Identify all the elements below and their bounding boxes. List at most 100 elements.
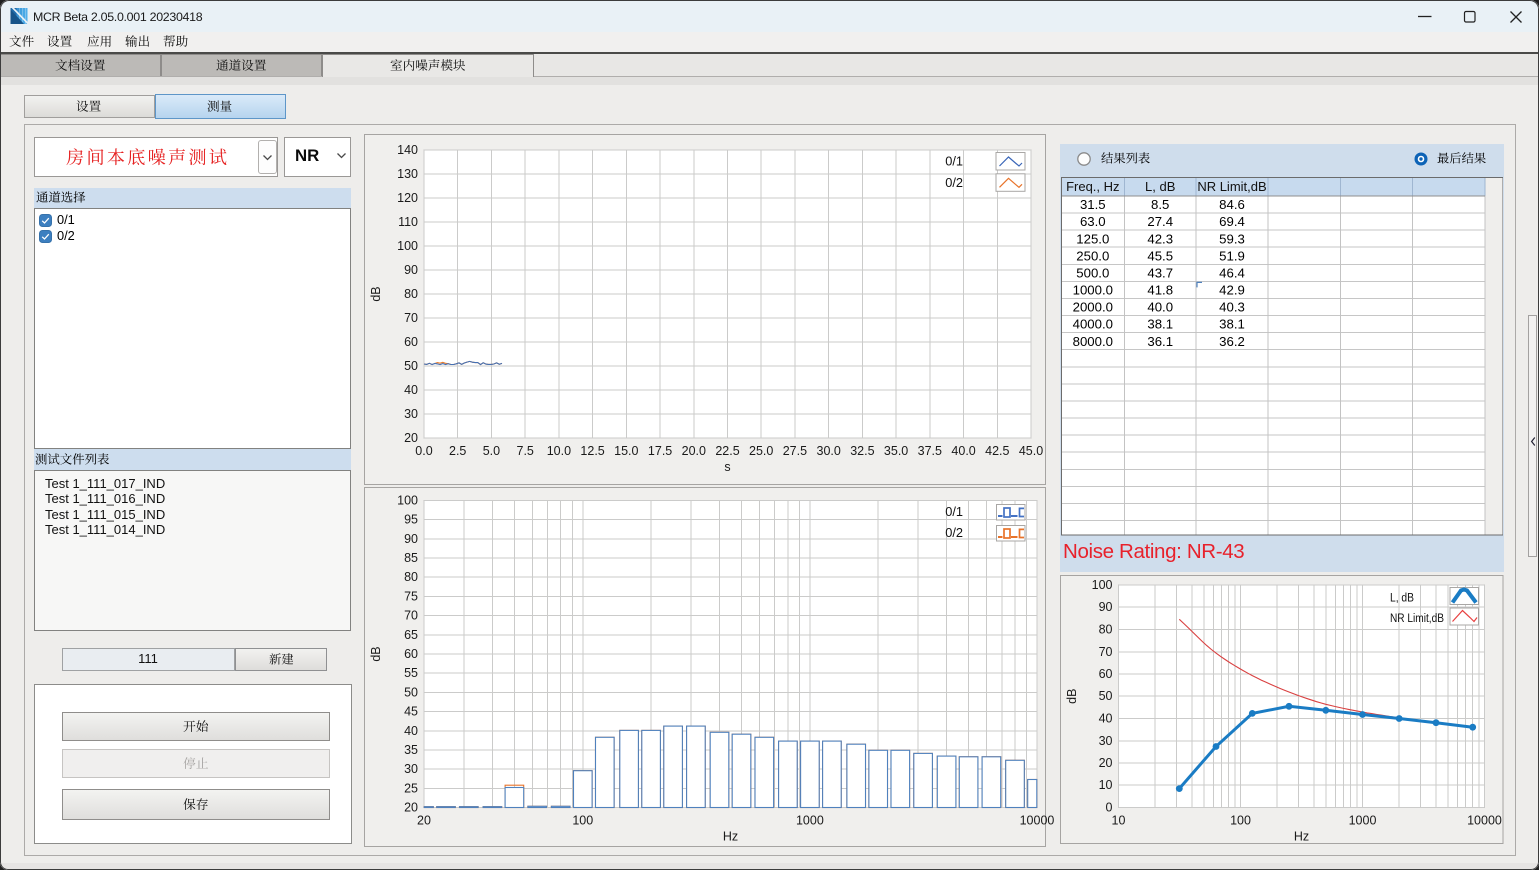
svg-text:40: 40 xyxy=(404,724,418,738)
svg-text:100: 100 xyxy=(572,814,593,828)
svg-text:1000: 1000 xyxy=(796,814,824,828)
svg-text:27.5: 27.5 xyxy=(783,444,807,458)
svg-text:8000.0: 8000.0 xyxy=(1072,334,1112,349)
svg-text:41.8: 41.8 xyxy=(1147,283,1173,298)
svg-text:80: 80 xyxy=(404,287,418,301)
svg-text:42.5: 42.5 xyxy=(985,444,1009,458)
svg-text:0/2: 0/2 xyxy=(945,175,963,190)
svg-text:dB: dB xyxy=(1065,689,1079,704)
svg-text:2.5: 2.5 xyxy=(449,444,466,458)
svg-text:90: 90 xyxy=(1099,600,1113,614)
svg-text:100: 100 xyxy=(397,494,418,508)
svg-text:37.5: 37.5 xyxy=(918,444,942,458)
svg-text:80: 80 xyxy=(1099,623,1113,637)
svg-text:dB: dB xyxy=(369,646,383,661)
svg-text:125.0: 125.0 xyxy=(1076,231,1109,246)
svg-text:40: 40 xyxy=(404,383,418,397)
svg-text:31.5: 31.5 xyxy=(1079,197,1105,212)
svg-text:140: 140 xyxy=(397,143,418,157)
svg-text:0/1: 0/1 xyxy=(945,154,963,169)
svg-text:60: 60 xyxy=(404,335,418,349)
svg-text:40.0: 40.0 xyxy=(951,444,975,458)
svg-text:8.5: 8.5 xyxy=(1151,197,1169,212)
svg-text:15.0: 15.0 xyxy=(614,444,638,458)
svg-text:70: 70 xyxy=(404,609,418,623)
svg-text:0.0: 0.0 xyxy=(415,444,432,458)
svg-text:50: 50 xyxy=(404,685,418,699)
svg-text:90: 90 xyxy=(404,532,418,546)
svg-text:30: 30 xyxy=(404,407,418,421)
svg-text:85: 85 xyxy=(404,551,418,565)
svg-text:Freq., Hz: Freq., Hz xyxy=(1066,179,1119,194)
svg-text:38.1: 38.1 xyxy=(1219,317,1245,332)
svg-text:95: 95 xyxy=(404,513,418,527)
svg-text:130: 130 xyxy=(397,167,418,181)
svg-text:1000.0: 1000.0 xyxy=(1072,283,1112,298)
svg-text:10000: 10000 xyxy=(1467,814,1502,828)
svg-text:NR Limit,dB: NR Limit,dB xyxy=(1390,611,1444,625)
svg-text:70: 70 xyxy=(404,311,418,325)
svg-text:42.9: 42.9 xyxy=(1219,283,1245,298)
svg-text:27.4: 27.4 xyxy=(1147,214,1173,229)
svg-text:35: 35 xyxy=(404,743,418,757)
svg-text:Hz: Hz xyxy=(1294,830,1309,844)
svg-text:59.3: 59.3 xyxy=(1219,231,1245,246)
svg-text:12.5: 12.5 xyxy=(580,444,604,458)
svg-text:120: 120 xyxy=(397,191,418,205)
svg-text:0/2: 0/2 xyxy=(945,525,963,540)
svg-text:45.5: 45.5 xyxy=(1147,248,1173,263)
svg-text:60: 60 xyxy=(404,647,418,661)
svg-text:50: 50 xyxy=(1099,689,1113,703)
svg-text:46.4: 46.4 xyxy=(1219,266,1245,281)
svg-text:30: 30 xyxy=(404,762,418,776)
svg-text:43.7: 43.7 xyxy=(1147,266,1173,281)
svg-text:100: 100 xyxy=(397,239,418,253)
svg-text:75: 75 xyxy=(404,589,418,603)
svg-text:0/1: 0/1 xyxy=(945,504,963,519)
svg-text:s: s xyxy=(724,460,730,474)
svg-text:250.0: 250.0 xyxy=(1076,248,1109,263)
svg-text:70: 70 xyxy=(1099,645,1113,659)
svg-text:20: 20 xyxy=(404,801,418,815)
svg-text:38.1: 38.1 xyxy=(1147,317,1173,332)
svg-text:40: 40 xyxy=(1099,712,1113,726)
svg-text:22.5: 22.5 xyxy=(715,444,739,458)
svg-text:500.0: 500.0 xyxy=(1076,266,1109,281)
svg-text:10: 10 xyxy=(1112,814,1126,828)
svg-text:20.0: 20.0 xyxy=(682,444,706,458)
svg-text:30: 30 xyxy=(1099,734,1113,748)
svg-text:100: 100 xyxy=(1092,578,1113,592)
svg-text:110: 110 xyxy=(398,215,418,229)
svg-text:20: 20 xyxy=(404,431,418,445)
svg-text:36.1: 36.1 xyxy=(1147,334,1173,349)
svg-text:20: 20 xyxy=(1099,756,1113,770)
svg-text:63.0: 63.0 xyxy=(1079,214,1105,229)
svg-text:50: 50 xyxy=(404,359,418,373)
svg-text:10000: 10000 xyxy=(1020,814,1055,828)
svg-text:10: 10 xyxy=(1099,778,1113,792)
svg-text:51.9: 51.9 xyxy=(1219,248,1245,263)
svg-text:4000.0: 4000.0 xyxy=(1072,317,1112,332)
svg-text:40.3: 40.3 xyxy=(1219,300,1245,315)
svg-text:35.0: 35.0 xyxy=(884,444,908,458)
svg-text:100: 100 xyxy=(1230,814,1251,828)
svg-text:2000.0: 2000.0 xyxy=(1072,300,1112,315)
svg-text:5.0: 5.0 xyxy=(483,444,500,458)
svg-text:40.0: 40.0 xyxy=(1147,300,1173,315)
svg-text:L, dB: L, dB xyxy=(1145,179,1175,194)
svg-text:60: 60 xyxy=(1099,667,1113,681)
svg-text:L, dB: L, dB xyxy=(1390,591,1414,605)
svg-text:Hz: Hz xyxy=(723,830,738,844)
svg-text:NR Limit,dB: NR Limit,dB xyxy=(1197,179,1266,194)
svg-text:45: 45 xyxy=(404,705,418,719)
svg-text:17.5: 17.5 xyxy=(648,444,672,458)
svg-text:30.0: 30.0 xyxy=(817,444,841,458)
svg-text:dB: dB xyxy=(369,286,383,301)
svg-text:20: 20 xyxy=(417,814,431,828)
svg-text:25.0: 25.0 xyxy=(749,444,773,458)
svg-text:7.5: 7.5 xyxy=(517,444,534,458)
svg-text:90: 90 xyxy=(404,263,418,277)
svg-text:32.5: 32.5 xyxy=(850,444,874,458)
svg-text:55: 55 xyxy=(404,666,418,680)
svg-text:42.3: 42.3 xyxy=(1147,231,1173,246)
